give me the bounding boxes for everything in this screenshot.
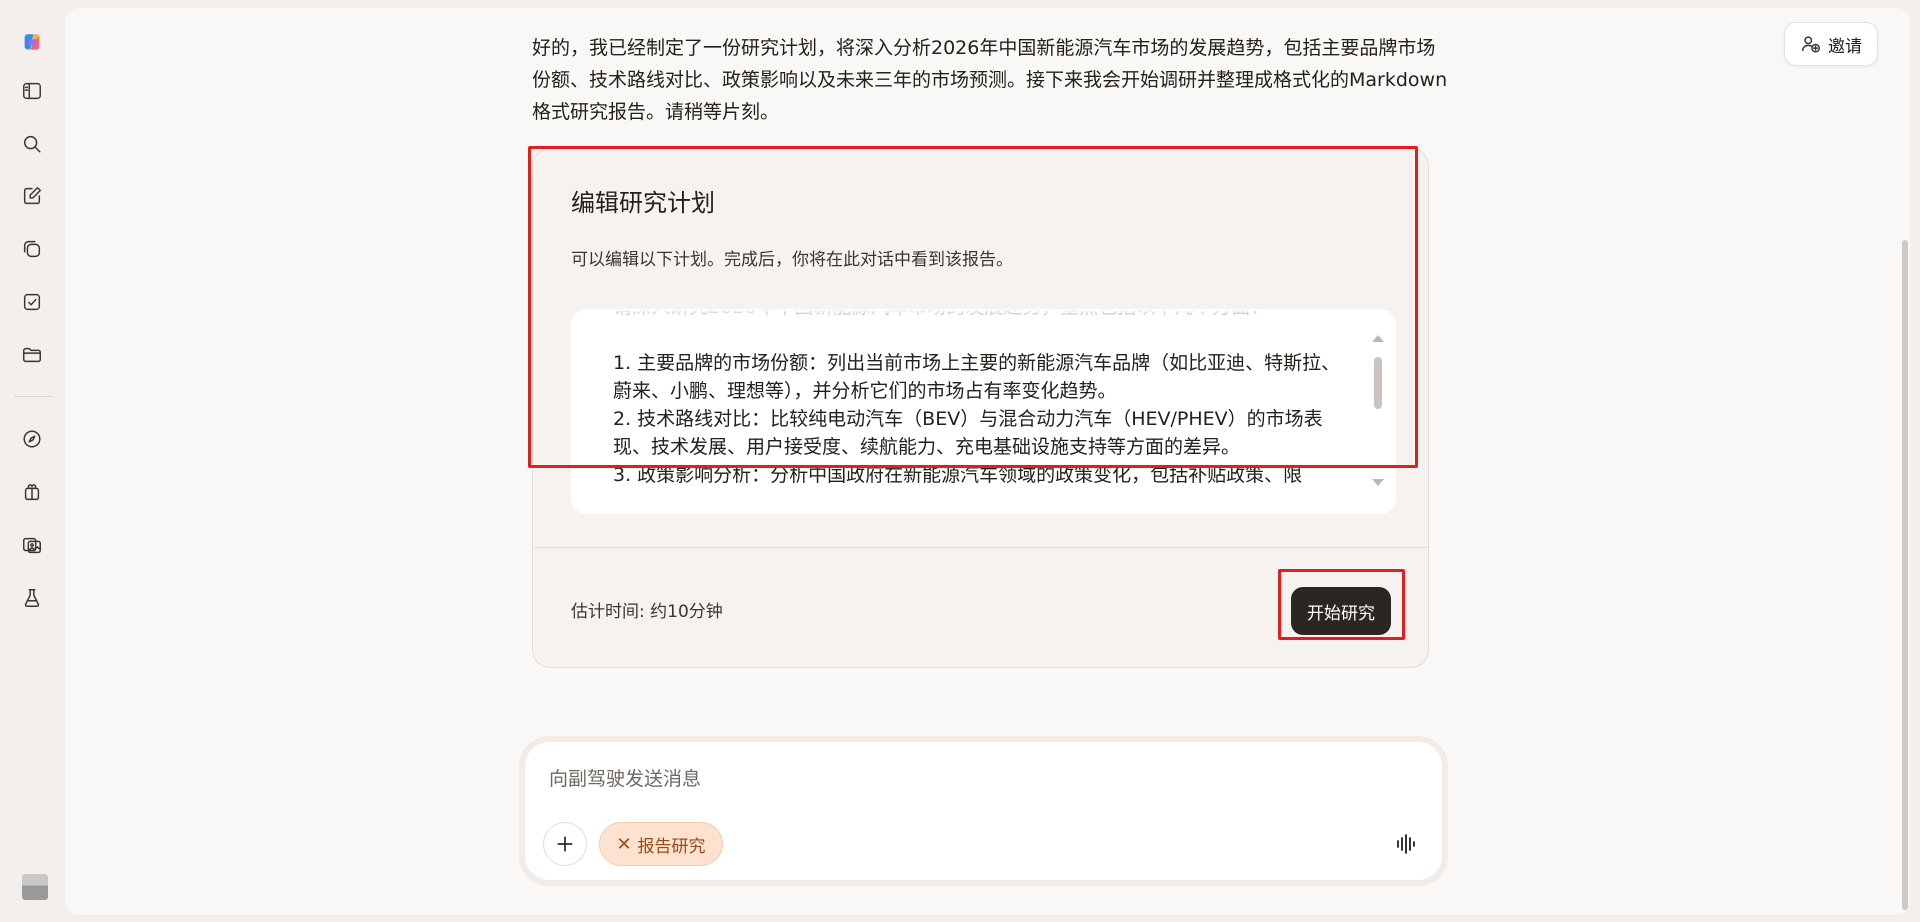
- plan-divider: [533, 547, 1428, 548]
- plus-icon: [557, 836, 573, 852]
- scroll-up-arrow-icon[interactable]: [1372, 335, 1384, 342]
- plan-subtitle: 可以编辑以下计划。完成后，你将在此对话中看到该报告。: [571, 250, 1013, 270]
- research-plan-card: 编辑研究计划 可以编辑以下计划。完成后，你将在此对话中看到该报告。 请深入研究2…: [532, 148, 1429, 668]
- main-panel: 邀请 好的，我已经制定了一份研究计划，将深入分析2026年中国新能源汽车市场的发…: [65, 8, 1910, 915]
- new-chat-icon[interactable]: [16, 180, 48, 212]
- invite-button[interactable]: 邀请: [1784, 22, 1878, 66]
- labs-flask-icon[interactable]: [16, 582, 48, 614]
- message-composer[interactable]: 向副驾驶发送消息 ✕ 报告研究: [525, 742, 1442, 880]
- sidebar-toggle-icon[interactable]: [16, 75, 48, 107]
- library-icon[interactable]: [16, 233, 48, 265]
- plan-editor-text[interactable]: 请深入研究2026年中国新能源汽车市场的发展趋势，重点包括以下几个方面： 1. …: [613, 309, 1343, 489]
- start-research-button[interactable]: 开始研究: [1291, 587, 1391, 635]
- message-input[interactable]: 向副驾驶发送消息: [549, 764, 701, 791]
- scroll-down-arrow-icon[interactable]: [1372, 479, 1384, 486]
- invite-person-icon: [1802, 36, 1820, 53]
- voice-waveform-icon: [1397, 834, 1415, 854]
- left-rail: [0, 0, 65, 922]
- plan-fade-bottom: [571, 492, 1396, 514]
- assistant-message: 好的，我已经制定了一份研究计划，将深入分析2026年中国新能源汽车市场的发展趋势…: [532, 37, 1448, 123]
- plan-editor-viewport[interactable]: 请深入研究2026年中国新能源汽车市场的发展趋势，重点包括以下几个方面： 1. …: [613, 309, 1343, 514]
- tasks-icon[interactable]: [16, 286, 48, 318]
- gift-icon[interactable]: [16, 476, 48, 508]
- estimated-time: 估计时间: 约10分钟: [571, 602, 723, 622]
- image-gallery-icon[interactable]: [16, 529, 48, 561]
- plan-title: 编辑研究计划: [571, 189, 715, 217]
- folder-icon[interactable]: [16, 339, 48, 371]
- invite-label: 邀请: [1828, 36, 1862, 57]
- rail-divider: [14, 396, 52, 397]
- copilot-logo-icon[interactable]: [16, 26, 48, 58]
- discover-icon[interactable]: [16, 423, 48, 455]
- plan-fade-top: [571, 309, 1396, 331]
- chip-label: 报告研究: [637, 836, 706, 857]
- report-research-chip[interactable]: ✕ 报告研究: [599, 822, 723, 866]
- plan-editor[interactable]: 请深入研究2026年中国新能源汽车市场的发展趋势，重点包括以下几个方面： 1. …: [571, 309, 1396, 514]
- close-icon[interactable]: ✕: [616, 834, 631, 855]
- add-attachment-button[interactable]: [543, 822, 587, 866]
- page-scrollbar[interactable]: [1902, 240, 1908, 910]
- avatar[interactable]: [22, 874, 48, 900]
- search-icon[interactable]: [16, 128, 48, 160]
- voice-input-button[interactable]: [1388, 826, 1424, 862]
- plan-scrollbar-thumb[interactable]: [1374, 357, 1382, 409]
